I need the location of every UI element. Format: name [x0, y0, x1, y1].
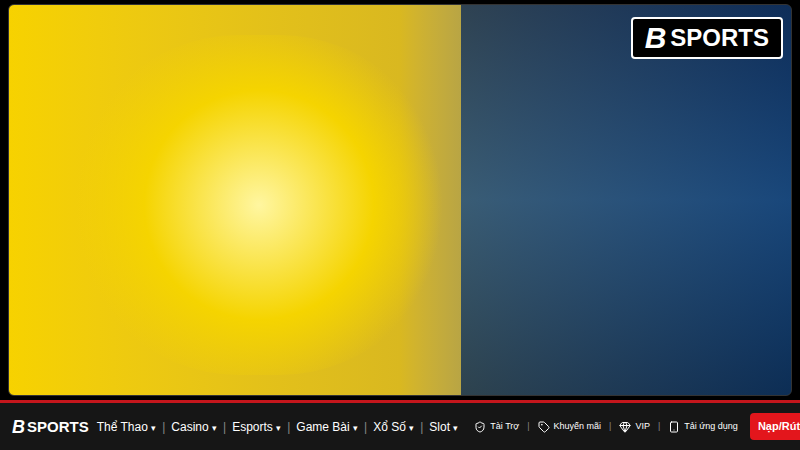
- tag-icon: [538, 421, 550, 433]
- separator: |: [287, 418, 290, 436]
- nav-links: Tài Trợ | Khuyến mãi | VIP | Tải ứng dụng Nạp/R…: [474, 413, 800, 440]
- separator: |: [162, 418, 165, 436]
- nav-menu: Thể Thao ▾ | Casino ▾ | Esports ▾ | Game Bài ▾…: [97, 418, 459, 436]
- watermark-logo: BSPORTS: [631, 17, 783, 59]
- menu-item[interactable]: Game Bài ▾: [296, 418, 358, 436]
- menu-item[interactable]: Slot ▾: [429, 418, 458, 436]
- deposit-button[interactable]: Nạp/Rút: [750, 413, 800, 440]
- phone-icon: [668, 421, 680, 433]
- diamond-icon: [619, 421, 631, 433]
- menu-item[interactable]: Esports ▾: [232, 418, 281, 436]
- menu-item[interactable]: Thể Thao ▾: [97, 418, 157, 436]
- menu-item[interactable]: Casino ▾: [171, 418, 217, 436]
- nav-link[interactable]: Tài Trợ: [474, 420, 519, 434]
- separator: |: [223, 418, 226, 436]
- page: BSPORTS BSPORTS Thể Thao ▾ | Casino ▾ | Esport…: [0, 0, 800, 450]
- separator: |: [420, 418, 423, 436]
- separator: |: [609, 420, 611, 434]
- nav-link[interactable]: Khuyến mãi: [538, 420, 602, 434]
- glow: [69, 35, 449, 375]
- nav-link[interactable]: VIP: [619, 420, 650, 434]
- nav-bar: BSPORTS Thể Thao ▾ | Casino ▾ | Esports ▾ | Gam…: [0, 400, 800, 450]
- sea: [461, 5, 791, 395]
- game-area: BSPORTS: [0, 0, 800, 400]
- menu-item[interactable]: Xổ Số ▾: [373, 418, 414, 436]
- game-frame: BSPORTS: [8, 4, 792, 396]
- separator: |: [658, 420, 660, 434]
- nav-link[interactable]: Tải ứng dụng: [668, 420, 738, 434]
- separator: |: [364, 418, 367, 436]
- nav-logo[interactable]: BSPORTS: [12, 418, 89, 436]
- sponsor-icon: [474, 421, 486, 433]
- separator: |: [527, 420, 529, 434]
